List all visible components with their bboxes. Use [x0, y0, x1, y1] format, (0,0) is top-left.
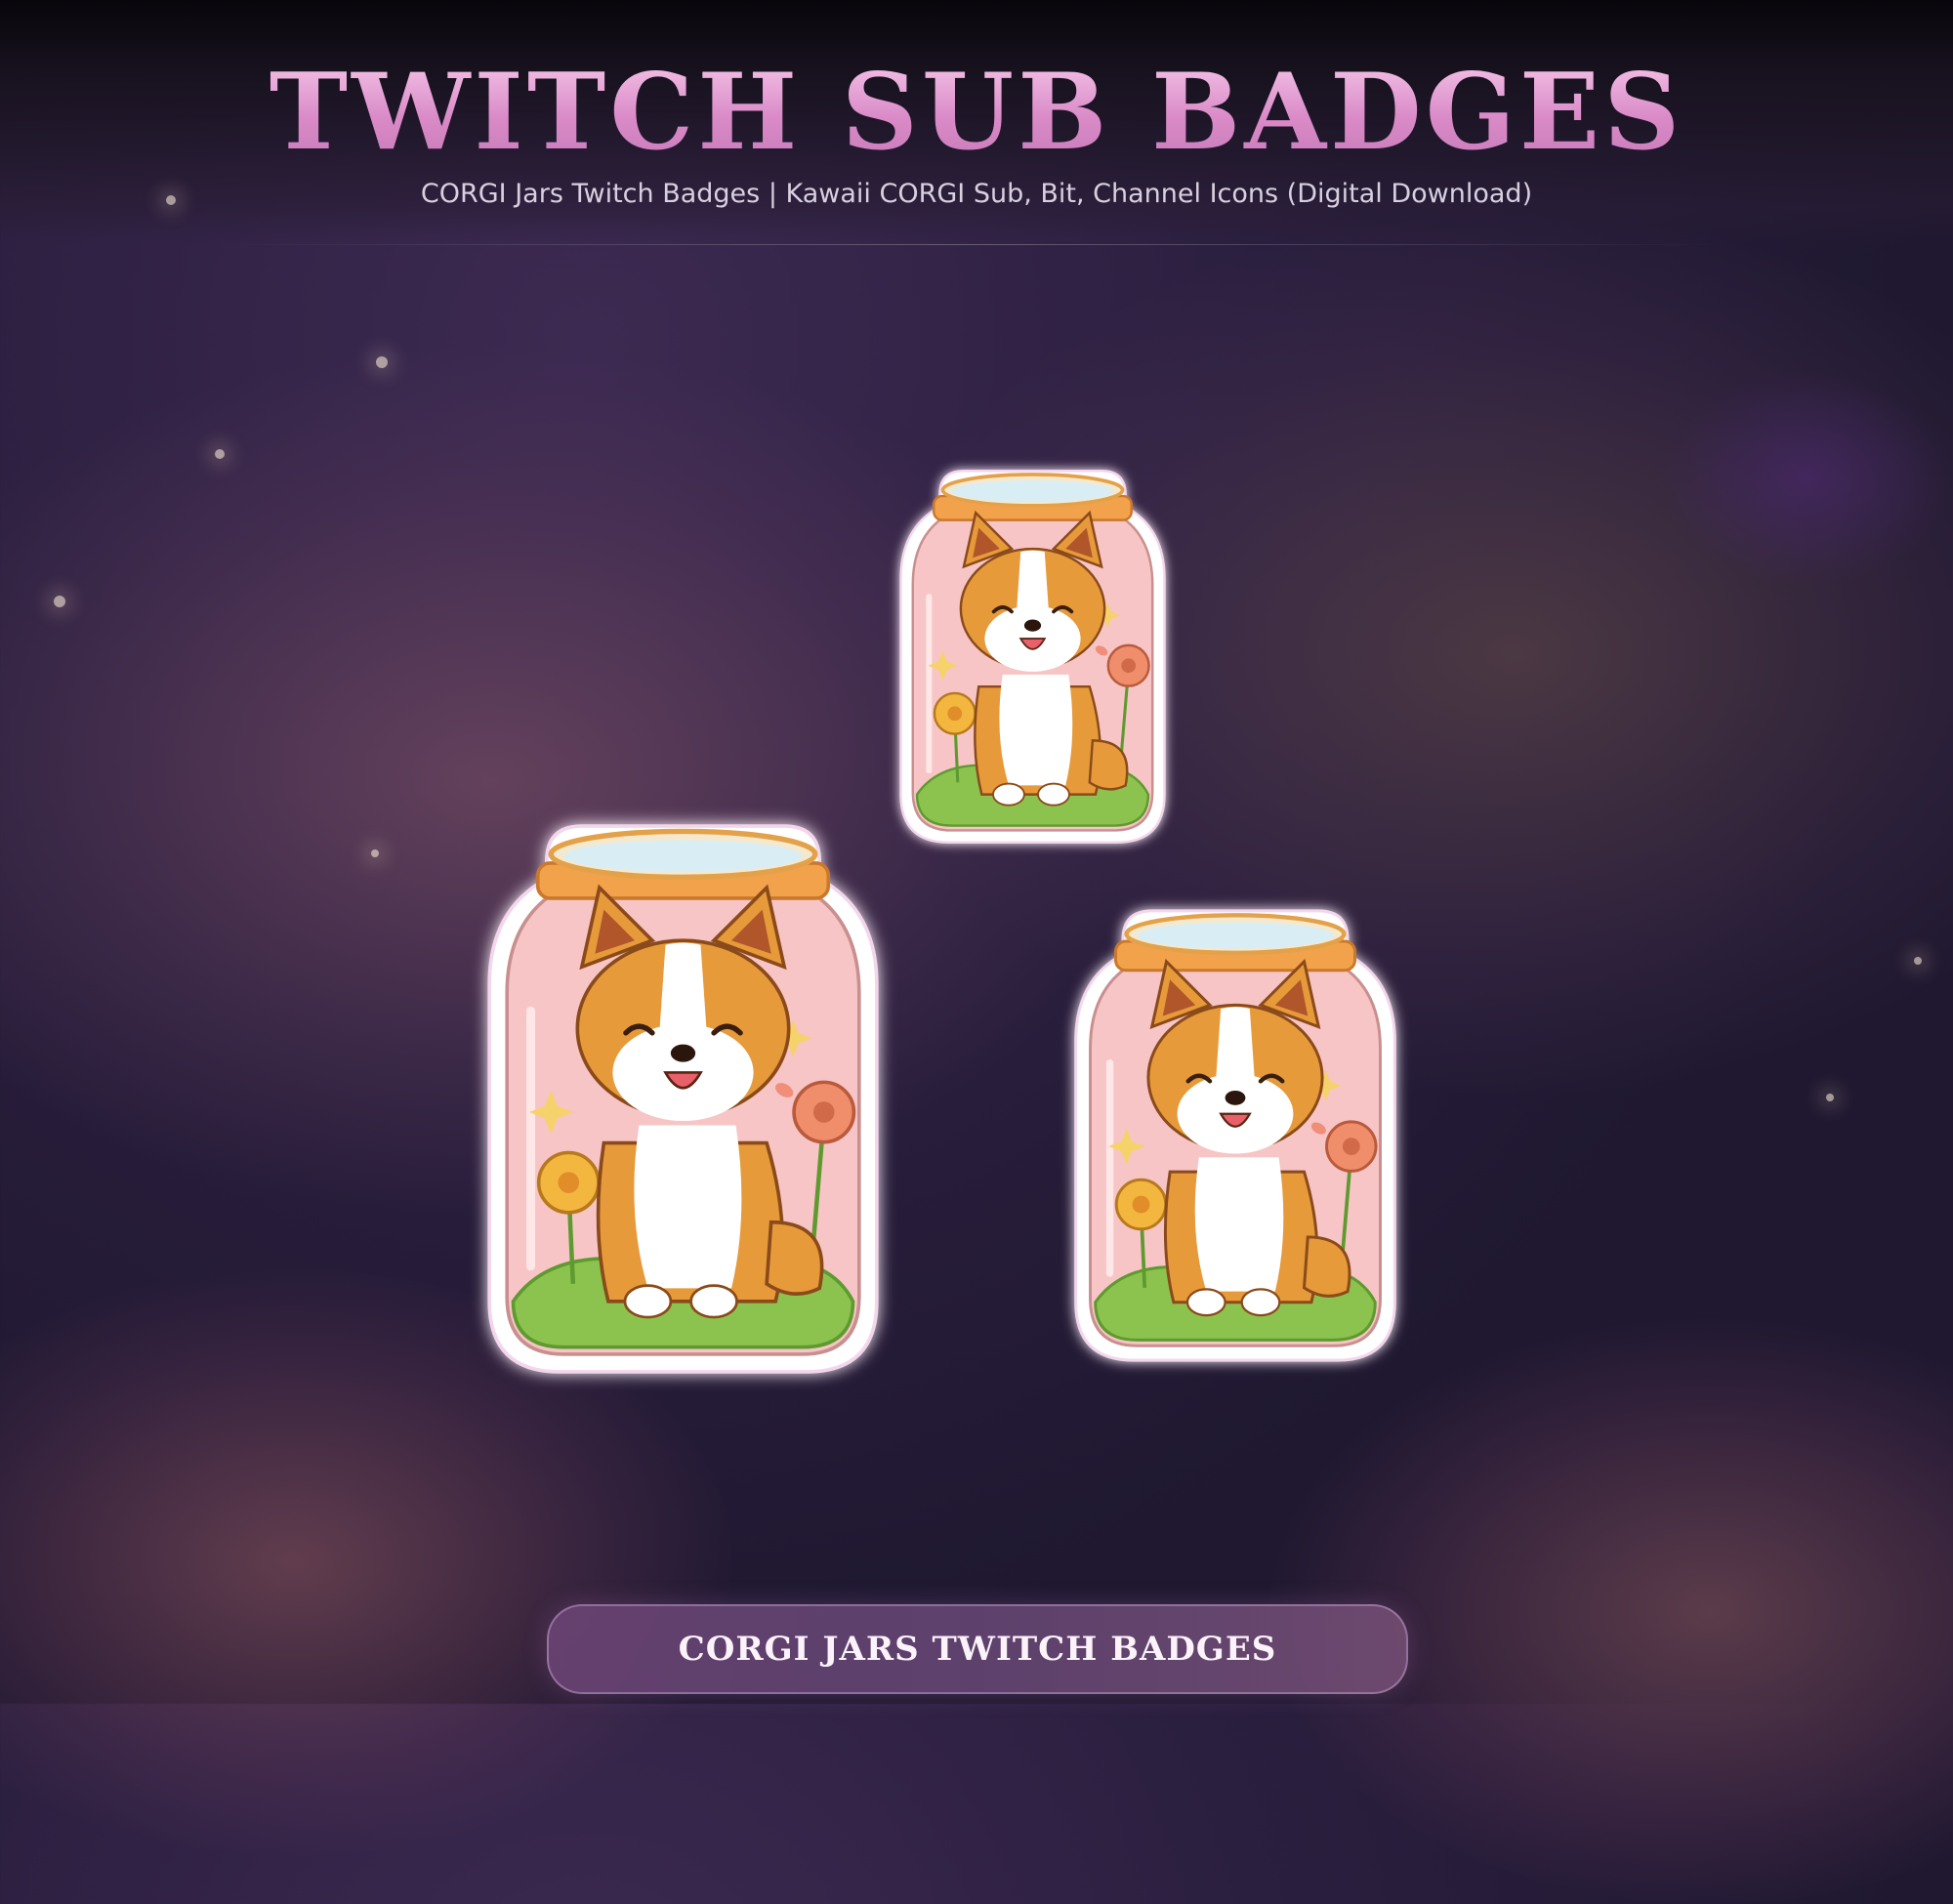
corgi-jar-badge-large: [461, 808, 905, 1389]
page-header: TWITCH SUB BADGES CORGI Jars Twitch Badg…: [0, 54, 1953, 209]
corgi-jar-badge-small: [879, 459, 1186, 854]
product-title-label: CORGI JARS TWITCH BADGES: [678, 1630, 1277, 1669]
divider: [225, 244, 1728, 245]
corgi-jar-badge-medium: [1055, 896, 1416, 1375]
product-title-button[interactable]: CORGI JARS TWITCH BADGES: [547, 1604, 1408, 1694]
corgi-jar-icon: [461, 808, 905, 1389]
corgi-jar-icon: [1055, 896, 1416, 1375]
page-title: TWITCH SUB BADGES: [0, 54, 1953, 171]
page-subtitle: CORGI Jars Twitch Badges | Kawaii CORGI …: [420, 179, 1533, 209]
corgi-jar-icon: [879, 459, 1186, 854]
